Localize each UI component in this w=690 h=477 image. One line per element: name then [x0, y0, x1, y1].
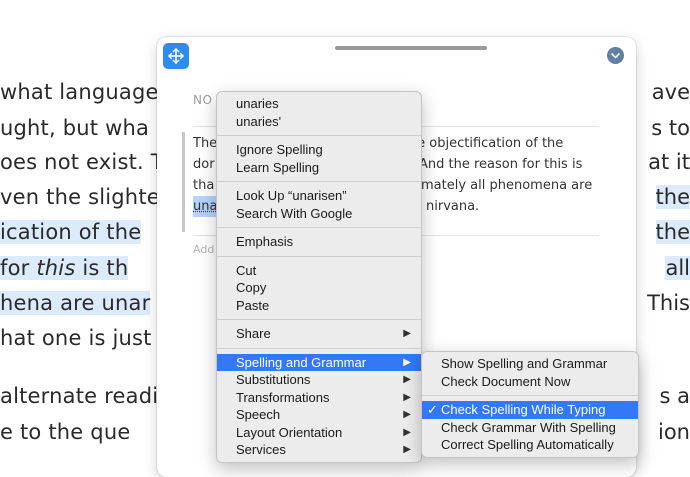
doc-line-left: ication of the	[0, 220, 141, 244]
menu-item-label: Emphasis	[236, 234, 293, 249]
menu-item-label: Ignore Spelling	[236, 142, 323, 157]
submenu-arrow-icon: ▶	[403, 406, 411, 424]
menu-separator	[217, 348, 421, 349]
submenu-arrow-icon: ▶	[403, 325, 411, 343]
submenu-arrow-icon: ▶	[403, 354, 411, 372]
doc-line-right: the	[656, 220, 690, 244]
context-menu: unaries unaries' Ignore Spelling Learn Spel…	[216, 91, 422, 463]
menu-separator	[422, 395, 638, 396]
doc-line-left: alternate readi	[0, 384, 158, 408]
menu-item-look-up-unarisen[interactable]: Look Up “unarisen”	[217, 187, 421, 205]
doc-line-right: at it	[648, 150, 690, 174]
menu-separator	[217, 181, 421, 182]
drag-handle[interactable]	[335, 46, 487, 50]
doc-line-left: for this is th	[0, 256, 128, 280]
menu-item-copy[interactable]: Copy	[217, 279, 421, 297]
menu-item-emphasis[interactable]: Emphasis	[217, 233, 421, 251]
menu-separator	[217, 135, 421, 136]
menu-separator	[217, 256, 421, 257]
menu-item-label: Layout Orientation	[236, 425, 342, 440]
doc-line-right: This	[647, 291, 690, 315]
checkmark-icon: ✓	[427, 401, 438, 419]
note-label: NO	[193, 93, 212, 107]
submenu-arrow-icon: ▶	[403, 424, 411, 442]
doc-line-right: ave	[652, 80, 690, 104]
menu-item-label: Speech	[236, 407, 280, 422]
note-line: nirvana.	[426, 196, 479, 217]
move-arrows-icon	[167, 47, 185, 65]
note-line: dor	[193, 154, 215, 175]
move-button[interactable]	[163, 43, 189, 69]
note-line: tha	[193, 175, 214, 196]
menu-item-label: Spelling and Grammar	[236, 355, 366, 370]
submenu-item-check-spelling-while-typing[interactable]: ✓Check Spelling While Typing	[422, 401, 638, 419]
note-line: And the reason for this is	[419, 154, 582, 175]
submenu-item-check-grammar-with-spelling[interactable]: Check Grammar With Spelling	[422, 419, 638, 437]
doc-line-left: ven the slighte	[0, 185, 160, 209]
doc-line-right: the	[656, 185, 690, 209]
menu-item-paste[interactable]: Paste	[217, 297, 421, 315]
menu-item-unaries[interactable]: unaries	[217, 95, 421, 113]
menu-item-label: Check Document Now	[441, 374, 570, 389]
menu-item-spelling-and-grammar[interactable]: Spelling and Grammar ▶	[217, 354, 421, 372]
menu-separator	[217, 319, 421, 320]
menu-item-label: Substitutions	[236, 372, 310, 387]
menu-item-learn-spelling[interactable]: Learn Spelling	[217, 159, 421, 177]
menu-item-cut[interactable]: Cut	[217, 262, 421, 280]
submenu-item-check-document-now[interactable]: Check Document Now	[422, 373, 638, 391]
menu-item-label: Look Up “unarisen”	[236, 188, 347, 203]
doc-line-right: s a	[660, 384, 690, 408]
menu-item-services[interactable]: Services ▶	[217, 441, 421, 459]
spelling-grammar-submenu: Show Spelling and Grammar Check Document …	[421, 351, 639, 458]
menu-item-label: Share	[236, 326, 271, 341]
menu-item-label: Copy	[236, 280, 266, 295]
doc-line-left: e to the que	[0, 420, 130, 444]
submenu-item-show-spelling-and-grammar[interactable]: Show Spelling and Grammar	[422, 355, 638, 373]
doc-text: is th	[75, 256, 128, 280]
doc-line-right: all	[665, 256, 690, 280]
note-line: mately all phenomena are	[421, 175, 592, 196]
menu-item-label: Correct Spelling Automatically	[441, 437, 614, 452]
submenu-item-correct-spelling-automatically[interactable]: Correct Spelling Automatically	[422, 436, 638, 454]
menu-item-layout-orientation[interactable]: Layout Orientation ▶	[217, 424, 421, 442]
menu-item-label: Learn Spelling	[236, 160, 319, 175]
doc-line-left: hat one is just	[0, 326, 152, 350]
submenu-arrow-icon: ▶	[403, 389, 411, 407]
chevron-down-icon	[611, 53, 620, 59]
doc-text: for	[0, 256, 36, 280]
menu-item-unaries[interactable]: unaries'	[217, 113, 421, 131]
doc-text-italic: this	[36, 256, 75, 280]
menu-item-ignore-spelling[interactable]: Ignore Spelling	[217, 141, 421, 159]
menu-item-label: Paste	[236, 298, 269, 313]
menu-item-label: unaries'	[236, 114, 281, 129]
menu-item-label: Show Spelling and Grammar	[441, 356, 607, 371]
menu-item-label: unaries	[236, 96, 279, 111]
submenu-arrow-icon: ▶	[403, 371, 411, 389]
menu-item-share[interactable]: Share ▶	[217, 325, 421, 343]
doc-line-left: what language	[0, 80, 159, 104]
doc-line-right: s to	[651, 116, 690, 140]
menu-item-label: Search With Google	[236, 206, 352, 221]
quote-bar	[182, 132, 185, 232]
misspelled-word[interactable]: una	[193, 196, 217, 217]
menu-separator	[217, 227, 421, 228]
doc-line-left: oes not exist. T	[0, 150, 164, 174]
note-line: The	[193, 133, 217, 154]
menu-item-search-with-google[interactable]: Search With Google	[217, 205, 421, 223]
menu-item-transformations[interactable]: Transformations ▶	[217, 389, 421, 407]
menu-item-label: Transformations	[236, 390, 329, 405]
collapse-button[interactable]	[607, 47, 624, 64]
menu-item-substitutions[interactable]: Substitutions ▶	[217, 371, 421, 389]
doc-line-left: ught, but wha	[0, 116, 149, 140]
menu-item-label: Check Spelling While Typing	[441, 402, 606, 417]
menu-item-label: Cut	[236, 263, 256, 278]
doc-line-right: ion	[658, 420, 690, 444]
doc-line-left: hena are unar	[0, 291, 150, 315]
submenu-arrow-icon: ▶	[403, 441, 411, 459]
menu-item-label: Check Grammar With Spelling	[441, 420, 616, 435]
add-note-label[interactable]: Add	[193, 243, 214, 256]
menu-item-label: Services	[236, 442, 286, 457]
menu-item-speech[interactable]: Speech ▶	[217, 406, 421, 424]
